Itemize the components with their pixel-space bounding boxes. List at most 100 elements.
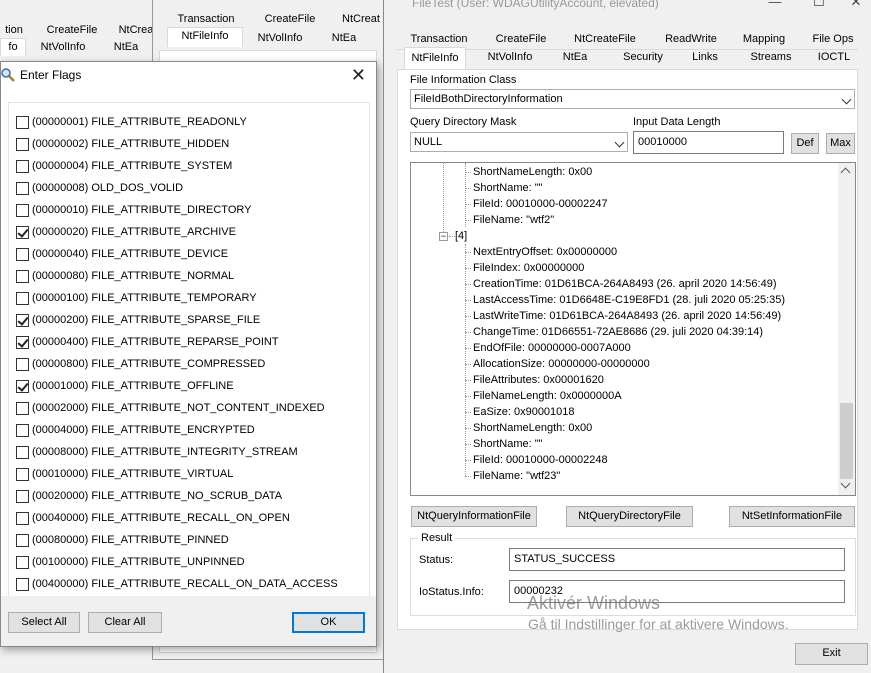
maximize-icon[interactable]: ☐ [797, 0, 841, 10]
ntqueryinformationfile-button[interactable]: NtQueryInformationFile [411, 506, 537, 527]
tab-createfile[interactable]: CreateFile [253, 11, 327, 28]
tree-item[interactable]: FileId: 00010000-00002248 [473, 452, 608, 468]
checkbox[interactable] [16, 247, 29, 261]
max-button[interactable]: Max [826, 133, 855, 154]
tree-item[interactable]: FileNameLength: 0x0000000A [473, 388, 622, 404]
tab-security[interactable]: Security [608, 49, 678, 66]
checkbox[interactable] [16, 115, 29, 129]
close-icon[interactable]: ✕ [841, 0, 871, 10]
tab-transaction-partial[interactable]: tion [0, 22, 28, 39]
tree-item[interactable]: AllocationSize: 00000000-00000000 [473, 356, 650, 372]
checkbox[interactable] [16, 489, 29, 503]
tab-ntea[interactable]: NtEa [552, 49, 598, 66]
tree-item[interactable]: ShortNameLength: 0x00 [473, 420, 592, 436]
tab-ntfileinfo[interactable]: NtFileInfo [167, 27, 243, 47]
tree-item[interactable]: ShortName: "" [473, 436, 543, 452]
flag-checkbox-row[interactable]: (00000020) FILE_ATTRIBUTE_ARCHIVE [16, 224, 236, 240]
checkbox[interactable] [16, 269, 29, 283]
checkbox[interactable] [16, 511, 29, 525]
checkbox[interactable] [16, 577, 29, 591]
tab-ntfileinfo-partial[interactable]: fo [0, 38, 26, 56]
checkbox[interactable] [16, 291, 29, 305]
tree-node-label[interactable]: [4] [455, 228, 467, 244]
tab-ntcreatefile-partial[interactable]: NtCreat [337, 11, 385, 28]
flag-checkbox-row[interactable]: (00000010) FILE_ATTRIBUTE_DIRECTORY [16, 202, 251, 218]
tree-item[interactable]: FileIndex: 0x00000000 [473, 260, 584, 276]
ntsetinformationfile-button[interactable]: NtSetInformationFile [729, 506, 855, 527]
tab-ntvolinfo[interactable]: NtVolInfo [32, 39, 94, 56]
flag-checkbox-row[interactable]: (00100000) FILE_ATTRIBUTE_UNPINNED [16, 554, 245, 570]
tab-readwrite[interactable]: ReadWrite [650, 31, 732, 48]
checkbox[interactable] [16, 357, 29, 371]
def-button[interactable]: Def [791, 133, 819, 154]
flag-checkbox-row[interactable]: (00000040) FILE_ATTRIBUTE_DEVICE [16, 246, 228, 262]
tab-ntea[interactable]: NtEa [319, 30, 369, 47]
tab-ioctl[interactable]: IOCTL [808, 49, 860, 66]
close-icon[interactable]: ✕ [351, 65, 366, 86]
checkbox[interactable] [16, 533, 29, 547]
tab-streams[interactable]: Streams [740, 49, 802, 66]
checkbox[interactable] [16, 379, 29, 393]
tree-item[interactable]: FileName: "wtf2" [473, 212, 554, 228]
flag-checkbox-row[interactable]: (00000200) FILE_ATTRIBUTE_SPARSE_FILE [16, 312, 260, 328]
tree-item[interactable]: LastAccessTime: 01D6648E-C19E8FD1 (28. j… [473, 292, 785, 308]
checkbox[interactable] [16, 203, 29, 217]
flag-checkbox-row[interactable]: (00080000) FILE_ATTRIBUTE_PINNED [16, 532, 229, 548]
flag-checkbox-row[interactable]: (00000400) FILE_ATTRIBUTE_REPARSE_POINT [16, 334, 279, 350]
result-tree[interactable]: ShortNameLength: 0x00 ShortName: "" FileId… [410, 162, 856, 496]
checkbox[interactable] [16, 313, 29, 327]
input-length-field[interactable]: 00010000 [633, 131, 784, 154]
checkbox[interactable] [16, 225, 29, 239]
ntquerydirectoryfile-button[interactable]: NtQueryDirectoryFile [566, 506, 693, 527]
minimize-icon[interactable]: — [753, 0, 797, 9]
tree-item[interactable]: FileAttributes: 0x00001620 [473, 372, 604, 388]
flag-checkbox-row[interactable]: (00000800) FILE_ATTRIBUTE_COMPRESSED [16, 356, 265, 372]
checkbox[interactable] [16, 423, 29, 437]
tab-ntea[interactable]: NtEa [104, 39, 148, 56]
tab-ntcreatefile[interactable]: NtCreateFile [568, 31, 642, 48]
tab-createfile[interactable]: CreateFile [484, 31, 558, 48]
tree-item[interactable]: FileName: "wtf23" [473, 468, 560, 484]
tree-item[interactable]: CreationTime: 01D61BCA-264A8493 (26. apr… [473, 276, 777, 292]
tab-createfile[interactable]: CreateFile [38, 22, 106, 39]
checkbox[interactable] [16, 181, 29, 195]
tab-ntcreatefile-partial[interactable]: NtCrea [116, 22, 156, 39]
tab-ntvolinfo[interactable]: NtVolInfo [249, 30, 311, 47]
flag-checkbox-row[interactable]: (00400000) FILE_ATTRIBUTE_RECALL_ON_DATA… [16, 576, 338, 592]
tree-item[interactable]: EndOfFile: 00000000-0007A000 [473, 340, 631, 356]
tree-item[interactable]: ChangeTime: 01D66551-72AE8686 (29. juli … [473, 324, 763, 340]
scroll-up-arrow-icon[interactable] [840, 167, 851, 178]
select-all-button[interactable]: Select All [8, 612, 80, 633]
checkbox[interactable] [16, 335, 29, 349]
flag-checkbox-row[interactable]: (00004000) FILE_ATTRIBUTE_ENCRYPTED [16, 422, 255, 438]
flag-checkbox-row[interactable]: (00000100) FILE_ATTRIBUTE_TEMPORARY [16, 290, 257, 306]
status-field[interactable]: STATUS_SUCCESS [509, 548, 845, 571]
exit-button[interactable]: Exit [795, 643, 868, 665]
flag-checkbox-row[interactable]: (00000008) OLD_DOS_VOLID [16, 180, 183, 196]
flag-checkbox-row[interactable]: (00001000) FILE_ATTRIBUTE_OFFLINE [16, 378, 234, 394]
tab-links[interactable]: Links [680, 49, 730, 66]
flag-checkbox-row[interactable]: (00040000) FILE_ATTRIBUTE_RECALL_ON_OPEN [16, 510, 290, 526]
tab-transaction[interactable]: Transaction [404, 31, 474, 48]
checkbox[interactable] [16, 137, 29, 151]
tab-ntfileinfo[interactable]: NtFileInfo [404, 47, 466, 70]
checkbox[interactable] [16, 159, 29, 173]
flag-checkbox-row[interactable]: (00010000) FILE_ATTRIBUTE_VIRTUAL [16, 466, 233, 482]
tree-item[interactable]: FileId: 00010000-00002247 [473, 196, 608, 212]
flag-checkbox-row[interactable]: (00000004) FILE_ATTRIBUTE_SYSTEM [16, 158, 232, 174]
query-mask-select[interactable]: NULL [410, 132, 628, 152]
tree-item[interactable]: LastWriteTime: 01D61BCA-264A8493 (26. ap… [473, 308, 781, 324]
clear-all-button[interactable]: Clear All [88, 612, 162, 633]
flag-checkbox-row[interactable]: (00000001) FILE_ATTRIBUTE_READONLY [16, 114, 247, 130]
checkbox[interactable] [16, 401, 29, 415]
flag-checkbox-row[interactable]: (00008000) FILE_ATTRIBUTE_INTEGRITY_STRE… [16, 444, 298, 460]
flag-checkbox-row[interactable]: (00000080) FILE_ATTRIBUTE_NORMAL [16, 268, 234, 284]
tree-item[interactable]: ShortName: "" [473, 180, 543, 196]
ok-button[interactable]: OK [292, 612, 365, 633]
scrollbar-thumb[interactable] [840, 403, 853, 479]
checkbox[interactable] [16, 555, 29, 569]
tab-ntvolinfo[interactable]: NtVolInfo [476, 49, 544, 66]
flag-checkbox-row[interactable]: (00020000) FILE_ATTRIBUTE_NO_SCRUB_DATA [16, 488, 282, 504]
tab-mapping[interactable]: Mapping [734, 31, 794, 48]
file-info-class-select[interactable]: FileIdBothDirectoryInformation [410, 89, 855, 109]
